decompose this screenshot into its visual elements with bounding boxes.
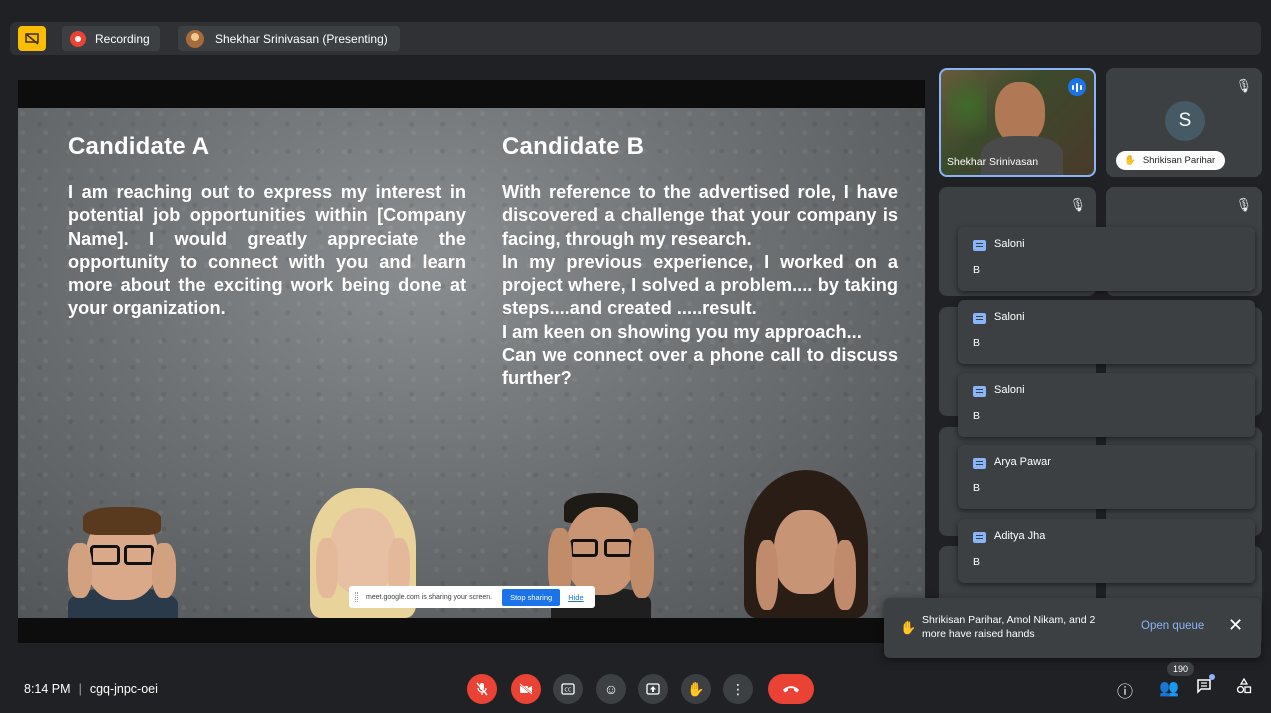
clock-time: 8:14 PM — [24, 682, 71, 696]
meeting-details-button[interactable]: ⓘ — [1117, 678, 1133, 702]
activities-icon — [1236, 677, 1252, 694]
svg-text:CC: CC — [565, 688, 572, 694]
presenter-tile-name: Shekhar Srinivasan — [947, 156, 1039, 168]
candidate-b-title: Candidate B — [502, 133, 645, 160]
speaking-indicator-icon — [1068, 78, 1086, 96]
presenter-indicator[interactable]: Shekhar Srinivasan (Presenting) — [178, 26, 400, 51]
divider: | — [78, 682, 82, 696]
chat-message: B — [973, 482, 981, 494]
people-icon: 👥 — [1159, 680, 1179, 697]
chat-message: B — [973, 264, 981, 276]
candidate-b-body: With reference to the advertised role, I… — [502, 182, 898, 389]
captions-button[interactable]: CC — [553, 674, 583, 704]
person-illustration-4 — [730, 470, 880, 618]
meeting-info: 8:14 PM | cgq-jnpc-oei — [24, 682, 158, 696]
more-options-button[interactable]: ⋮ — [723, 674, 753, 704]
people-button[interactable]: 👥 — [1159, 678, 1179, 698]
avatar: S — [1165, 101, 1205, 141]
chat-notification[interactable]: Saloni B — [958, 227, 1255, 291]
chat-notification[interactable]: Saloni B — [958, 373, 1255, 437]
chat-icon — [1197, 679, 1211, 694]
presentation-area: Candidate A I am reaching out to express… — [18, 80, 925, 643]
chat-message: B — [973, 410, 981, 422]
candidate-a-body: I am reaching out to express my interest… — [68, 182, 466, 319]
chat-sender: Saloni — [994, 384, 1025, 396]
chat-message: B — [973, 337, 981, 349]
recording-label: Recording — [95, 31, 150, 46]
chat-sender: Saloni — [994, 238, 1025, 250]
emoji-icon: ☺ — [603, 681, 619, 697]
person-illustration-1 — [48, 503, 198, 618]
raise-hand-button[interactable]: ✋ — [681, 674, 711, 704]
people-count-badge: 190 — [1167, 662, 1195, 676]
mic-off-icon: 🎙 — [1235, 78, 1252, 93]
top-bar: Recording Shekhar Srinivasan (Presenting… — [10, 22, 1261, 55]
chat-sender: Saloni — [994, 311, 1025, 323]
chat-icon — [973, 458, 986, 469]
chat-notification[interactable]: Aditya Jha B — [958, 519, 1255, 583]
share-message: meet.google.com is sharing your screen. — [366, 593, 493, 601]
chat-icon — [973, 313, 986, 324]
raised-hand-icon: ✋ — [900, 620, 917, 635]
chat-icon — [973, 240, 986, 251]
presenter-label: Shekhar Srinivasan (Presenting) — [215, 31, 388, 46]
slide: Candidate A I am reaching out to express… — [18, 108, 925, 618]
screen-share-notice-bar: meet.google.com is sharing your screen. … — [349, 586, 595, 608]
participant-name: Shrikisan Parihar — [1142, 155, 1216, 166]
presenter-avatar — [186, 29, 204, 48]
chat-message: B — [973, 556, 981, 568]
layout-toggle-button[interactable] — [18, 26, 46, 51]
raised-hands-notification: ✋ Shrikisan Parihar, Amol Nikam, and 2 m… — [884, 598, 1261, 658]
record-icon — [70, 30, 86, 47]
camera-off-icon — [519, 683, 533, 695]
raised-hands-text: Shrikisan Parihar, Amol Nikam, and 2 mor… — [922, 614, 1096, 640]
captions-icon: CC — [561, 683, 575, 695]
chat-notification[interactable]: Saloni B — [958, 300, 1255, 364]
present-now-button[interactable] — [638, 674, 668, 704]
mic-off-icon: 🎙 — [1235, 197, 1252, 212]
presenter-video-figure — [995, 82, 1045, 144]
hand-icon: ✋ — [687, 680, 705, 697]
mic-toggle-button[interactable] — [467, 674, 497, 704]
participant-name-pill: ✋ Shrikisan Parihar — [1116, 151, 1226, 170]
reactions-button[interactable]: ☺ — [596, 674, 626, 704]
mic-off-icon — [476, 682, 488, 696]
presentation-off-icon — [25, 32, 39, 45]
leave-call-button[interactable] — [768, 674, 814, 704]
close-icon[interactable]: ✕ — [1228, 615, 1243, 636]
chat-button[interactable] — [1196, 678, 1212, 699]
more-vert-icon: ⋮ — [731, 680, 745, 697]
chat-unread-dot — [1209, 674, 1215, 680]
open-queue-button[interactable]: Open queue — [1141, 620, 1204, 632]
presenter-tile[interactable]: Shekhar Srinivasan — [939, 68, 1096, 177]
phone-hangup-icon — [783, 686, 799, 693]
chat-icon — [973, 532, 986, 543]
meeting-code: cgq-jnpc-oei — [89, 682, 158, 696]
camera-toggle-button[interactable] — [511, 674, 541, 704]
plant-decoration — [947, 76, 987, 151]
drag-handle-icon[interactable] — [355, 592, 358, 602]
candidate-a-column: Candidate A I am reaching out to express… — [68, 133, 466, 321]
present-icon — [646, 683, 660, 695]
activities-button[interactable] — [1236, 677, 1252, 699]
chat-sender: Arya Pawar — [994, 456, 1051, 468]
chat-sender: Aditya Jha — [994, 530, 1046, 542]
candidate-b-column: Candidate B With reference to the advert… — [502, 133, 898, 391]
participant-tile-shrikisan[interactable]: 🎙 S ✋ Shrikisan Parihar — [1106, 68, 1262, 177]
raised-hand-icon: ✋ — [1124, 155, 1136, 166]
chat-icon — [973, 386, 986, 397]
stop-sharing-button[interactable]: Stop sharing — [502, 588, 561, 606]
info-icon: ⓘ — [1117, 684, 1134, 701]
chat-notification[interactable]: Arya Pawar B — [958, 445, 1255, 509]
mic-off-icon: 🎙 — [1069, 197, 1086, 212]
candidate-a-title: Candidate A — [68, 133, 210, 160]
recording-indicator[interactable]: Recording — [62, 26, 160, 51]
hide-share-bar-link[interactable]: Hide — [568, 593, 583, 602]
